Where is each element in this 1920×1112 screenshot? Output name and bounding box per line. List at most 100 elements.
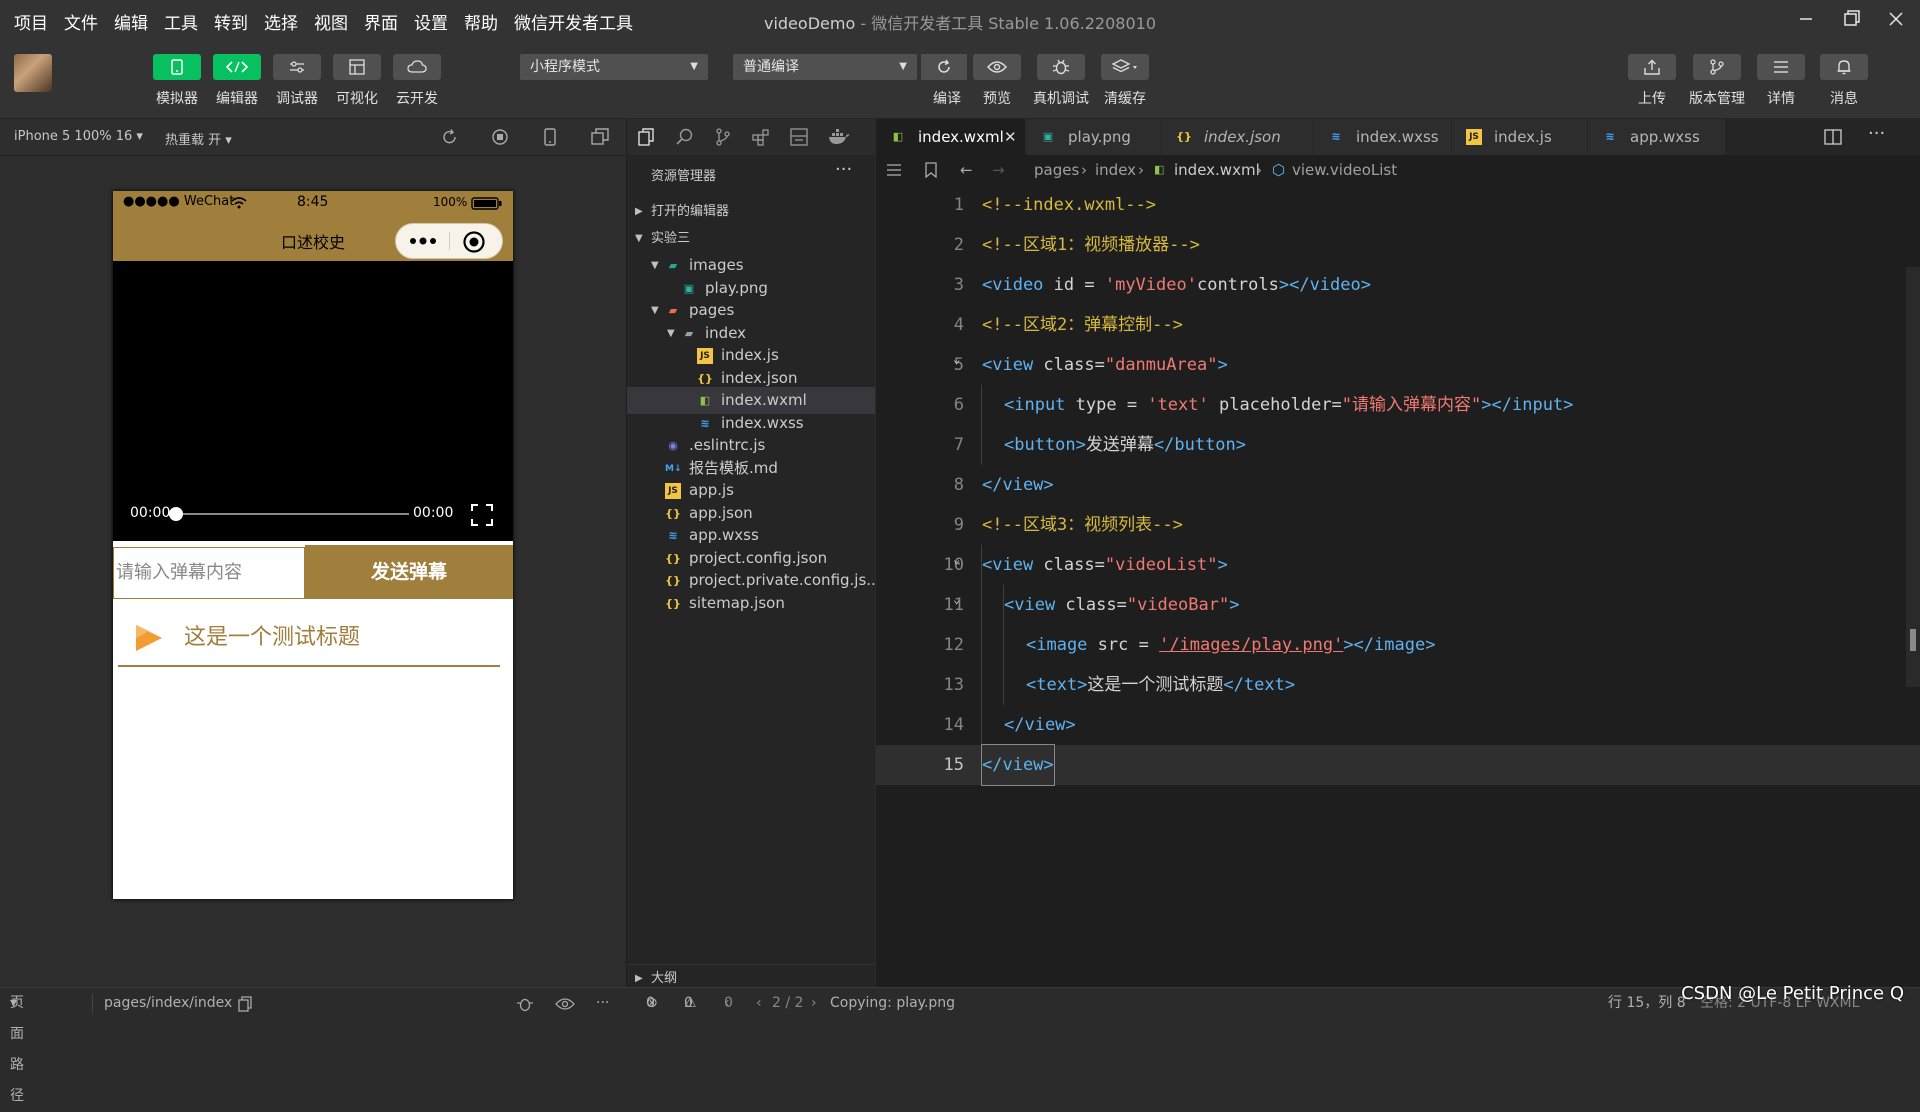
danmu-input[interactable]: 请输入弹幕内容 <box>113 547 305 599</box>
menu-edit[interactable]: 编辑 <box>114 9 148 34</box>
open-editors-section[interactable]: ▶ 打开的编辑器 <box>627 198 875 225</box>
docker-icon[interactable] <box>827 127 851 147</box>
copy-icon[interactable] <box>238 996 252 1012</box>
details-button[interactable] <box>1757 54 1805 80</box>
menu-help[interactable]: 帮助 <box>464 9 498 34</box>
css-file-icon: ≋ <box>700 416 710 430</box>
video-progress-handle[interactable] <box>169 507 183 521</box>
more-icon[interactable]: ··· <box>596 988 609 1019</box>
eye-icon[interactable] <box>555 997 575 1011</box>
remote-debug-button[interactable] <box>1037 54 1085 80</box>
bookmark-icon[interactable] <box>924 162 938 178</box>
compile-select[interactable]: 普通编译 ▼ <box>733 54 917 80</box>
menu-interface[interactable]: 界面 <box>364 9 398 34</box>
hot-reload-toggle[interactable]: 热重载 开 ▾ <box>165 129 232 148</box>
device-select[interactable]: iPhone 5 100% 16 ▾ <box>14 129 143 144</box>
version-button[interactable] <box>1693 54 1741 80</box>
code-text: <view class="videoList"> <box>982 555 1228 575</box>
chevron-left-icon[interactable]: ‹ <box>756 988 762 1019</box>
close-tab-icon[interactable]: ✕ <box>1004 119 1017 155</box>
tab-index-wxml[interactable]: ◧ index.wxml ✕ <box>876 119 1026 155</box>
back-arrow-icon[interactable]: ← <box>960 155 973 185</box>
send-danmu-button[interactable]: 发送弹幕 <box>305 545 513 599</box>
split-editor-icon[interactable] <box>1824 129 1842 145</box>
video-list-item[interactable]: 这是一个测试标题 <box>118 607 500 667</box>
project-section[interactable]: ▼ 实验三 <box>627 225 875 252</box>
more-icon[interactable]: ··· <box>835 159 852 180</box>
avatar[interactable] <box>14 54 52 92</box>
panel-icon[interactable] <box>789 127 809 147</box>
video-player[interactable]: 00:00 00:00 <box>113 261 513 541</box>
rotate-icon[interactable] <box>440 127 460 147</box>
messages-button[interactable] <box>1820 54 1868 80</box>
line-number: 15 <box>943 755 964 775</box>
refresh-icon <box>938 59 950 73</box>
capsule-menu[interactable] <box>395 223 503 259</box>
fold-chevron-icon[interactable]: ⌄ <box>953 339 960 379</box>
extensions-icon[interactable] <box>751 127 771 147</box>
cloud-button[interactable] <box>393 54 441 80</box>
breadcrumb-symbol[interactable]: view.videoList <box>1292 155 1397 185</box>
breadcrumb-file[interactable]: index.wxml <box>1174 155 1260 185</box>
tab-label: index.json <box>1204 128 1281 146</box>
bug-icon[interactable] <box>516 995 534 1013</box>
code-text: <!--区域1：视频播放器--> <box>982 235 1200 255</box>
json-file-icon: {} <box>665 506 681 520</box>
cursor-position[interactable]: 行 15，列 8 <box>1608 988 1686 1019</box>
mode-select[interactable]: 小程序模式 ▼ <box>520 54 708 80</box>
fold-chevron-icon[interactable]: ⌄ <box>953 579 960 619</box>
more-actions-icon[interactable]: ··· <box>1868 123 1885 144</box>
chevron-right-icon[interactable]: › <box>811 988 817 1019</box>
visual-button[interactable] <box>333 54 381 80</box>
tab-index-json[interactable]: {} index.json <box>1162 119 1314 155</box>
video-progress-track[interactable] <box>175 513 409 515</box>
menu-select[interactable]: 选择 <box>264 9 298 34</box>
close-icon[interactable] <box>1874 4 1918 36</box>
tab-play-png[interactable]: ▣ play.png <box>1026 119 1162 155</box>
list-icon[interactable] <box>886 163 902 177</box>
fullscreen-icon[interactable] <box>470 503 494 527</box>
menu-goto[interactable]: 转到 <box>214 9 248 34</box>
popout-icon[interactable] <box>590 127 610 147</box>
menu-file[interactable]: 文件 <box>64 9 98 34</box>
menu-devtools[interactable]: 微信开发者工具 <box>514 9 633 34</box>
preview-button[interactable] <box>973 54 1021 80</box>
code-line: 9 <!--区域3：视频列表--> <box>876 505 1920 545</box>
close-target-icon[interactable] <box>462 230 486 254</box>
source-control-icon[interactable] <box>713 127 733 147</box>
phone-icon[interactable] <box>540 127 560 147</box>
fold-chevron-icon[interactable]: ⌄ <box>953 539 960 579</box>
menu-project[interactable]: 项目 <box>14 9 48 34</box>
compile-button[interactable] <box>921 54 967 80</box>
page-path-select[interactable]: 页面路径 ▾ <box>10 988 24 1104</box>
code-area[interactable]: 1 <!--index.wxml--> 2 <!--区域1：视频播放器--> 3… <box>876 185 1920 885</box>
debugger-button[interactable] <box>273 54 321 80</box>
breadcrumb-pages[interactable]: pages <box>1034 155 1079 185</box>
tab-index-wxss[interactable]: ≋ index.wxss <box>1314 119 1452 155</box>
menu-view[interactable]: 视图 <box>314 9 348 34</box>
stop-icon[interactable] <box>490 127 510 147</box>
minimize-icon[interactable] <box>1784 4 1828 36</box>
code-line: 5 ⌄ <view class="danmuArea"> <box>876 345 1920 385</box>
upload-button[interactable] <box>1628 54 1676 80</box>
files-icon[interactable] <box>637 127 657 147</box>
simulator-button[interactable] <box>153 54 201 80</box>
clear-cache-button[interactable] <box>1101 54 1149 80</box>
breadcrumb-index[interactable]: index <box>1095 155 1136 185</box>
tab-app-wxss[interactable]: ≋ app.wxss <box>1588 119 1726 155</box>
battery-icon <box>471 197 502 210</box>
scrollbar-thumb[interactable] <box>1910 629 1916 651</box>
capsule-divider <box>449 232 450 250</box>
editor-button[interactable] <box>213 54 261 80</box>
restore-icon[interactable] <box>1830 4 1874 36</box>
more-icon[interactable] <box>408 235 438 247</box>
menu-settings[interactable]: 设置 <box>414 9 448 34</box>
folder-pages-icon: ▰ <box>668 304 678 317</box>
tab-index-js[interactable]: JS index.js <box>1452 119 1588 155</box>
menu-tools[interactable]: 工具 <box>164 9 198 34</box>
search-icon[interactable] <box>675 127 695 147</box>
js-file-icon: JS <box>697 348 713 364</box>
file-tree-item[interactable]: {} sitemap.json <box>627 590 875 617</box>
editor-scrollbar[interactable] <box>1906 267 1920 687</box>
forward-arrow-icon[interactable]: → <box>992 155 1005 185</box>
